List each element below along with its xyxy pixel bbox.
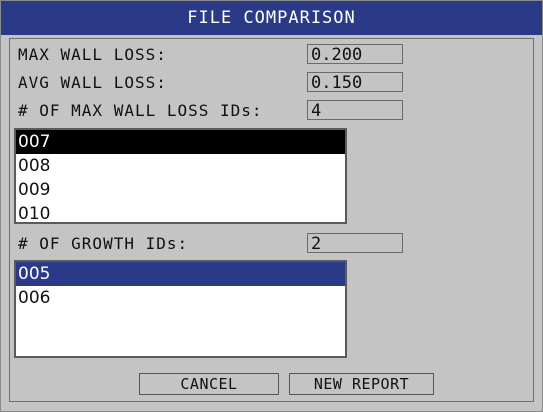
list-item[interactable]: 007 xyxy=(16,130,345,154)
window-title: FILE COMPARISON xyxy=(1,1,542,35)
avg-wall-loss-value: 0.150 xyxy=(307,72,403,93)
max-wall-loss-ids-value: 4 xyxy=(307,100,403,121)
list-item[interactable]: 006 xyxy=(16,286,345,310)
cancel-button[interactable]: CANCEL xyxy=(139,373,279,395)
new-report-button[interactable]: NEW REPORT xyxy=(289,373,434,395)
list-item[interactable]: 005 xyxy=(16,262,345,286)
file-comparison-window: FILE COMPARISON MAX WALL LOSS: 0.200 AVG… xyxy=(0,0,543,412)
avg-wall-loss-label: AVG WALL LOSS: xyxy=(18,73,167,92)
max-wall-loss-label: MAX WALL LOSS: xyxy=(18,45,167,64)
list-item[interactable]: 009 xyxy=(16,178,345,202)
list-item[interactable]: 010 xyxy=(16,202,345,222)
max-wall-loss-id-list[interactable]: 007 008 009 010 xyxy=(14,128,347,224)
comparison-panel: MAX WALL LOSS: 0.200 AVG WALL LOSS: 0.15… xyxy=(9,38,534,402)
growth-ids-label: # OF GROWTH IDs: xyxy=(18,234,189,253)
max-wall-loss-ids-label: # OF MAX WALL LOSS IDs: xyxy=(18,101,263,120)
growth-ids-value: 2 xyxy=(307,233,403,254)
growth-id-list[interactable]: 005 006 xyxy=(14,260,347,358)
list-item[interactable]: 008 xyxy=(16,154,345,178)
max-wall-loss-value: 0.200 xyxy=(307,44,403,65)
